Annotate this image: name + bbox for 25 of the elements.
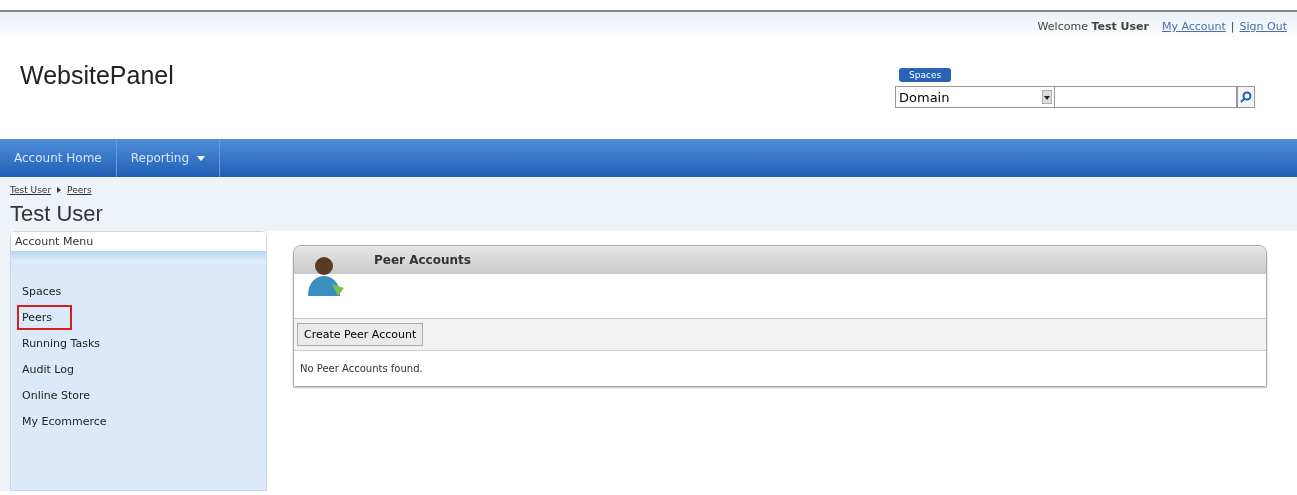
empty-message: No Peer Accounts found. (299, 362, 424, 376)
sidebar-item[interactable]: Running Tasks (17, 331, 106, 356)
header-link[interactable]: Sign Out (1239, 20, 1287, 33)
search-dropdown[interactable]: Domain (895, 86, 1055, 108)
breadcrumb-link[interactable]: Peers (67, 185, 92, 195)
welcome-text: Welcome Test User (1037, 20, 1149, 33)
page-title: Test User (10, 201, 104, 227)
spaces-tag: Spaces (899, 68, 952, 82)
panel-title: Peer Accounts (374, 253, 471, 267)
breadcrumb-arrow-icon (57, 187, 62, 193)
sidebar-title: Account Menu (11, 232, 266, 251)
caret-icon (1041, 90, 1052, 104)
sidebar-item[interactable]: Spaces (17, 279, 67, 304)
caret-icon (197, 155, 206, 161)
link-separator: | (1230, 20, 1235, 33)
sidebar-item[interactable]: Audit Log (17, 357, 79, 382)
create-peer-account-button[interactable]: Create Peer Account (297, 323, 424, 346)
sidebar-item[interactable]: Online Store (17, 383, 96, 408)
logo: WebsitePanel (20, 61, 174, 91)
breadcrumb-link[interactable]: Test User (10, 185, 52, 195)
sidebar-item[interactable]: My Ecommerce (17, 409, 112, 434)
search-icon (1239, 91, 1252, 103)
sidebar-item[interactable]: Peers (17, 305, 73, 330)
search-field[interactable] (1054, 86, 1237, 108)
header-link[interactable]: My Account (1161, 20, 1226, 33)
